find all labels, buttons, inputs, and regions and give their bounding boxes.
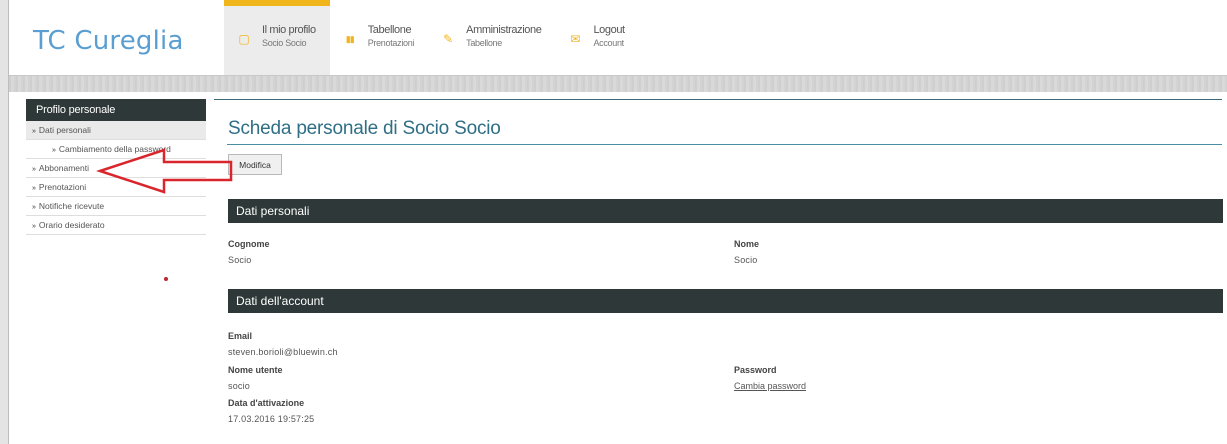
bullet-icon: » [32, 166, 36, 173]
browser-frame: TC Cureglia ▢ Il mio profilo Socio Socio… [8, 0, 1227, 444]
header: TC Cureglia ▢ Il mio profilo Socio Socio… [9, 0, 1227, 75]
grid-icon: ▮▮ [345, 34, 355, 44]
sidebar-item-abbonamenti[interactable]: » Abbonamenti [26, 159, 206, 178]
nome-value: Socio [734, 255, 758, 265]
nome-label: Nome [734, 239, 760, 249]
nav-title: Logout [593, 24, 625, 36]
activation-label: Data d'attivazione [228, 398, 305, 408]
change-password-link[interactable]: Cambia password [734, 381, 806, 391]
sidebar-item-label: Orario desiderato [38, 220, 105, 230]
bullet-icon: » [32, 185, 36, 192]
title-rule [227, 144, 1222, 145]
sidebar-heading: Profilo personale [26, 99, 206, 121]
bullet-icon: » [32, 204, 36, 211]
email-value: steven.borioli@bluewin.ch [228, 347, 338, 357]
sidebar-item-cambiamento-password[interactable]: » Cambiamento della password [26, 140, 206, 159]
red-dot-marker [164, 277, 168, 281]
content-top-rule [214, 99, 1222, 100]
sidebar-item-dati-personali[interactable]: » Dati personali [26, 121, 206, 140]
password-label: Password [734, 365, 777, 375]
sidebar: Profilo personale » Dati personali » Cambi… [26, 99, 206, 235]
mail-icon: ✉ [570, 32, 581, 46]
nav-item-logout[interactable]: ✉ Logout Account [555, 0, 638, 75]
top-nav: ▢ Il mio profilo Socio Socio ▮▮ Tabellon… [224, 0, 639, 75]
username-label: Nome utente [228, 365, 283, 375]
nav-title: Il mio profilo [262, 24, 316, 36]
bullet-icon: » [32, 223, 36, 230]
main-content: Scheda personale di Socio Socio Modifica… [214, 99, 1223, 424]
sidebar-item-label: Cambiamento della password [58, 144, 171, 154]
nav-title: Tabellone [367, 24, 412, 36]
activation-value: 17.03.2016 19:57:25 [228, 414, 315, 424]
section-header-account: Dati dell'account [228, 289, 1223, 313]
nav-title: Amministrazione [466, 24, 542, 36]
page-title: Scheda personale di Socio Socio [228, 118, 501, 139]
nav-subtitle: Prenotazioni [367, 38, 415, 48]
profile-icon: ▢ [238, 32, 250, 46]
nav-item-profile[interactable]: ▢ Il mio profilo Socio Socio [224, 0, 330, 75]
modifica-button[interactable]: Modifica [228, 154, 282, 175]
email-label: Email [228, 331, 253, 341]
bullet-icon: » [32, 128, 36, 135]
header-divider [9, 75, 1227, 92]
edit-icon: ✎ [443, 32, 454, 46]
sidebar-item-prenotazioni[interactable]: » Prenotazioni [26, 178, 206, 197]
bullet-icon: » [52, 147, 56, 154]
nav-subtitle: Socio Socio [262, 38, 307, 48]
sidebar-item-label: Dati personali [38, 125, 91, 135]
section-header-personal: Dati personali [228, 199, 1223, 223]
username-value: socio [228, 381, 251, 391]
cognome-value: Socio [228, 255, 252, 265]
sidebar-item-label: Prenotazioni [38, 182, 87, 192]
brand-logo[interactable]: TC Cureglia [33, 26, 184, 56]
nav-item-amministrazione[interactable]: ✎ Amministrazione Tabellone [428, 0, 555, 75]
nav-subtitle: Account [593, 38, 624, 48]
cognome-label: Cognome [228, 239, 270, 249]
nav-item-tabellone[interactable]: ▮▮ Tabellone Prenotazioni [330, 0, 428, 75]
sidebar-item-label: Abbonamenti [38, 163, 89, 173]
sidebar-item-orario[interactable]: » Orario desiderato [26, 216, 206, 235]
nav-subtitle: Tabellone [466, 38, 502, 48]
sidebar-item-notifiche[interactable]: » Notifiche ricevute [26, 197, 206, 216]
sidebar-item-label: Notifiche ricevute [38, 201, 105, 211]
